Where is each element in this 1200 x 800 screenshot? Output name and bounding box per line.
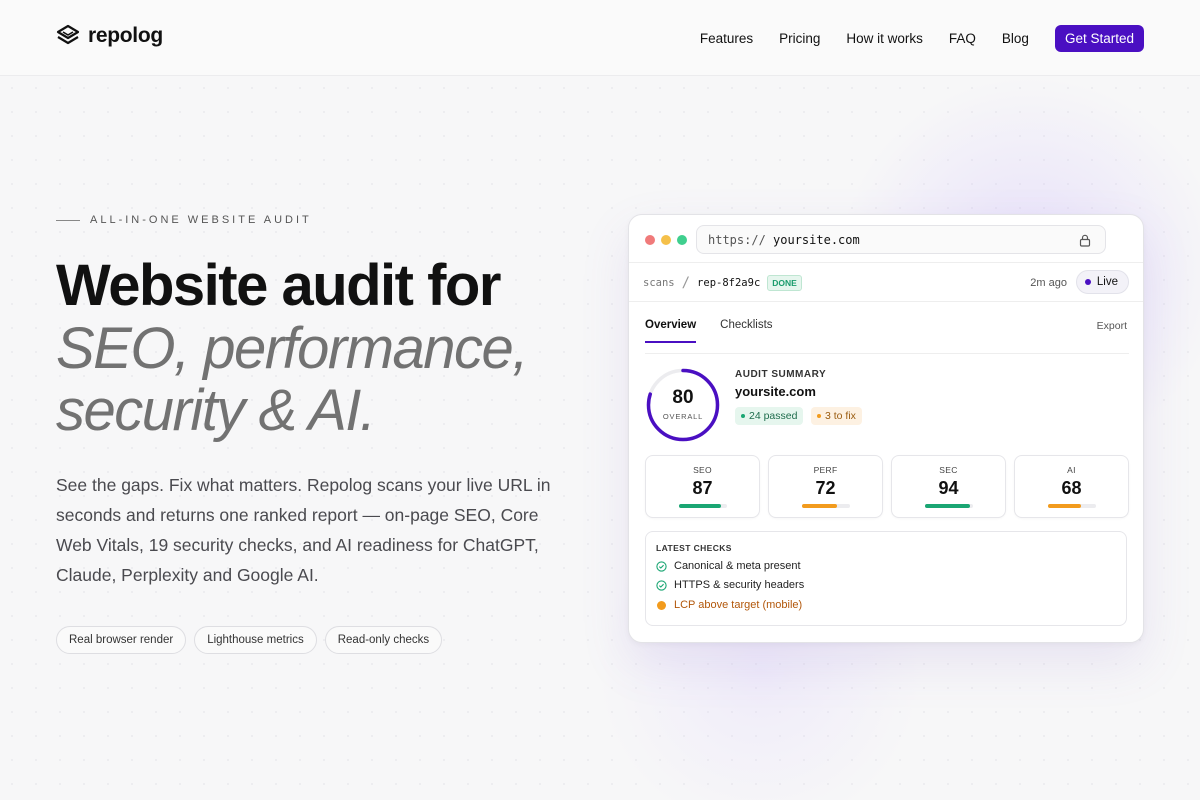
metric-seo[interactable]: SEO 87 bbox=[645, 455, 760, 518]
check-item[interactable]: HTTPS & security headers bbox=[656, 579, 804, 591]
audit-summary-site: yoursite.com bbox=[735, 384, 816, 399]
browser-bar: https:// yoursite.com bbox=[629, 215, 1143, 263]
nav-how-it-works[interactable]: How it works bbox=[846, 31, 923, 46]
window-close-dot bbox=[645, 235, 655, 245]
tab-checklists[interactable]: Checklists bbox=[720, 319, 772, 343]
hero-title-line-1: Website audit for bbox=[56, 253, 501, 318]
metric-value: 68 bbox=[1061, 478, 1082, 498]
logo-text: repolog bbox=[88, 24, 163, 47]
window-minimize-dot bbox=[661, 235, 671, 245]
check-item[interactable]: Canonical & meta present bbox=[656, 560, 801, 572]
metric-value: 87 bbox=[692, 478, 713, 498]
to-fix-dot-icon bbox=[817, 414, 821, 418]
main-nav: Features Pricing How it works FAQ Blog G… bbox=[674, 25, 1144, 52]
overall-score-label: OVERALL bbox=[662, 412, 704, 421]
nav-features[interactable]: Features bbox=[700, 31, 753, 46]
latest-checks-title: LATEST CHECKS bbox=[656, 543, 732, 553]
check-text: LCP above target (mobile) bbox=[674, 599, 803, 611]
card-tabs: Overview Checklists bbox=[645, 319, 773, 343]
scan-timestamp: 2m ago bbox=[1030, 277, 1067, 289]
metric-progress-fill bbox=[679, 504, 721, 508]
metric-label: SEC bbox=[939, 465, 958, 475]
metric-progress-fill bbox=[1048, 504, 1081, 508]
chip-real-browser-render: Real browser render bbox=[56, 626, 187, 654]
hero-eyebrow: ALL-IN-ONE WEBSITE AUDIT bbox=[56, 214, 312, 226]
nav-pricing[interactable]: Pricing bbox=[779, 31, 820, 46]
scan-id: rep-8f2a9c bbox=[697, 277, 761, 289]
passed-badge: 24 passed bbox=[735, 407, 804, 425]
warning-dot-icon bbox=[657, 600, 666, 610]
breadcrumb: scans / rep-8f2a9c DONE bbox=[643, 275, 802, 291]
export-button[interactable]: Export bbox=[1097, 320, 1127, 332]
window-maximize-dot bbox=[677, 235, 687, 245]
audit-summary-title: AUDIT SUMMARY bbox=[735, 369, 827, 380]
metric-progress-fill bbox=[925, 504, 971, 508]
logo[interactable]: repolog bbox=[56, 24, 163, 48]
hero-title-line-2: SEO, performance, bbox=[56, 316, 528, 381]
breadcrumb-separator: / bbox=[681, 275, 691, 291]
chip-lighthouse-metrics: Lighthouse metrics bbox=[194, 626, 317, 654]
tab-divider bbox=[645, 353, 1129, 354]
nav-faq[interactable]: FAQ bbox=[949, 31, 976, 46]
chip-read-only-checks: Read-only checks bbox=[324, 626, 443, 654]
category-scores: SEO 87 PERF 72 SEC 94 AI 68 bbox=[645, 455, 1129, 518]
latest-checks-panel: LATEST CHECKS Canonical & meta present H… bbox=[645, 531, 1127, 626]
check-item[interactable]: LCP above target (mobile) bbox=[656, 599, 802, 611]
eyebrow-rule bbox=[56, 219, 80, 221]
passed-count: 24 passed bbox=[749, 410, 798, 422]
live-label: Live bbox=[1096, 276, 1118, 288]
to-fix-count: 3 to fix bbox=[825, 410, 856, 422]
feature-chips: Real browser render Lighthouse metrics R… bbox=[56, 626, 443, 654]
metric-perf[interactable]: PERF 72 bbox=[768, 455, 883, 518]
lock-icon bbox=[1079, 234, 1091, 247]
metric-label: AI bbox=[1067, 465, 1076, 475]
check-text: HTTPS & security headers bbox=[674, 579, 805, 591]
check-circle-icon bbox=[656, 560, 667, 572]
metric-progress-track bbox=[679, 504, 727, 508]
metric-label: SEO bbox=[693, 465, 712, 475]
url-bar[interactable]: https:// yoursite.com bbox=[696, 225, 1106, 254]
metric-value: 94 bbox=[938, 478, 959, 498]
live-badge[interactable]: Live bbox=[1075, 270, 1129, 294]
breadcrumb-scans[interactable]: scans bbox=[643, 277, 675, 289]
metric-progress-track bbox=[925, 504, 973, 508]
url-scheme: https:// bbox=[708, 233, 766, 247]
scan-bar: scans / rep-8f2a9c DONE 2m ago Live bbox=[629, 263, 1143, 302]
site-header: repolog Features Pricing How it works FA… bbox=[0, 0, 1200, 76]
repolog-logo-icon bbox=[56, 24, 80, 45]
get-started-button[interactable]: Get Started bbox=[1054, 25, 1144, 52]
hero-title: Website audit for SEO, performance, secu… bbox=[56, 254, 596, 442]
nav-blog[interactable]: Blog bbox=[1002, 31, 1029, 46]
metric-value: 72 bbox=[815, 478, 836, 498]
to-fix-badge: 3 to fix bbox=[811, 407, 862, 425]
live-dot-icon bbox=[1084, 279, 1091, 285]
tab-overview[interactable]: Overview bbox=[645, 319, 697, 343]
eyebrow-text: ALL-IN-ONE WEBSITE AUDIT bbox=[90, 214, 312, 226]
passed-dot-icon bbox=[741, 414, 745, 418]
overall-score-value: 80 bbox=[672, 387, 694, 408]
check-text: Canonical & meta present bbox=[674, 560, 801, 572]
metric-ai[interactable]: AI 68 bbox=[1014, 455, 1129, 518]
metric-progress-track bbox=[802, 504, 850, 508]
check-circle-icon bbox=[656, 579, 667, 591]
hero-description: See the gaps. Fix what matters. Repolog … bbox=[56, 475, 551, 585]
audit-preview-card: https:// yoursite.com scans / rep-8f2a9c… bbox=[628, 214, 1144, 643]
status-badge: DONE bbox=[767, 275, 802, 291]
metric-sec[interactable]: SEC 94 bbox=[891, 455, 1006, 518]
metric-progress-track bbox=[1048, 504, 1096, 508]
metric-label: PERF bbox=[813, 465, 838, 475]
metric-progress-fill bbox=[802, 504, 837, 508]
hero-title-line-3: security & AI. bbox=[56, 378, 376, 443]
url-host: yoursite.com bbox=[773, 233, 860, 247]
